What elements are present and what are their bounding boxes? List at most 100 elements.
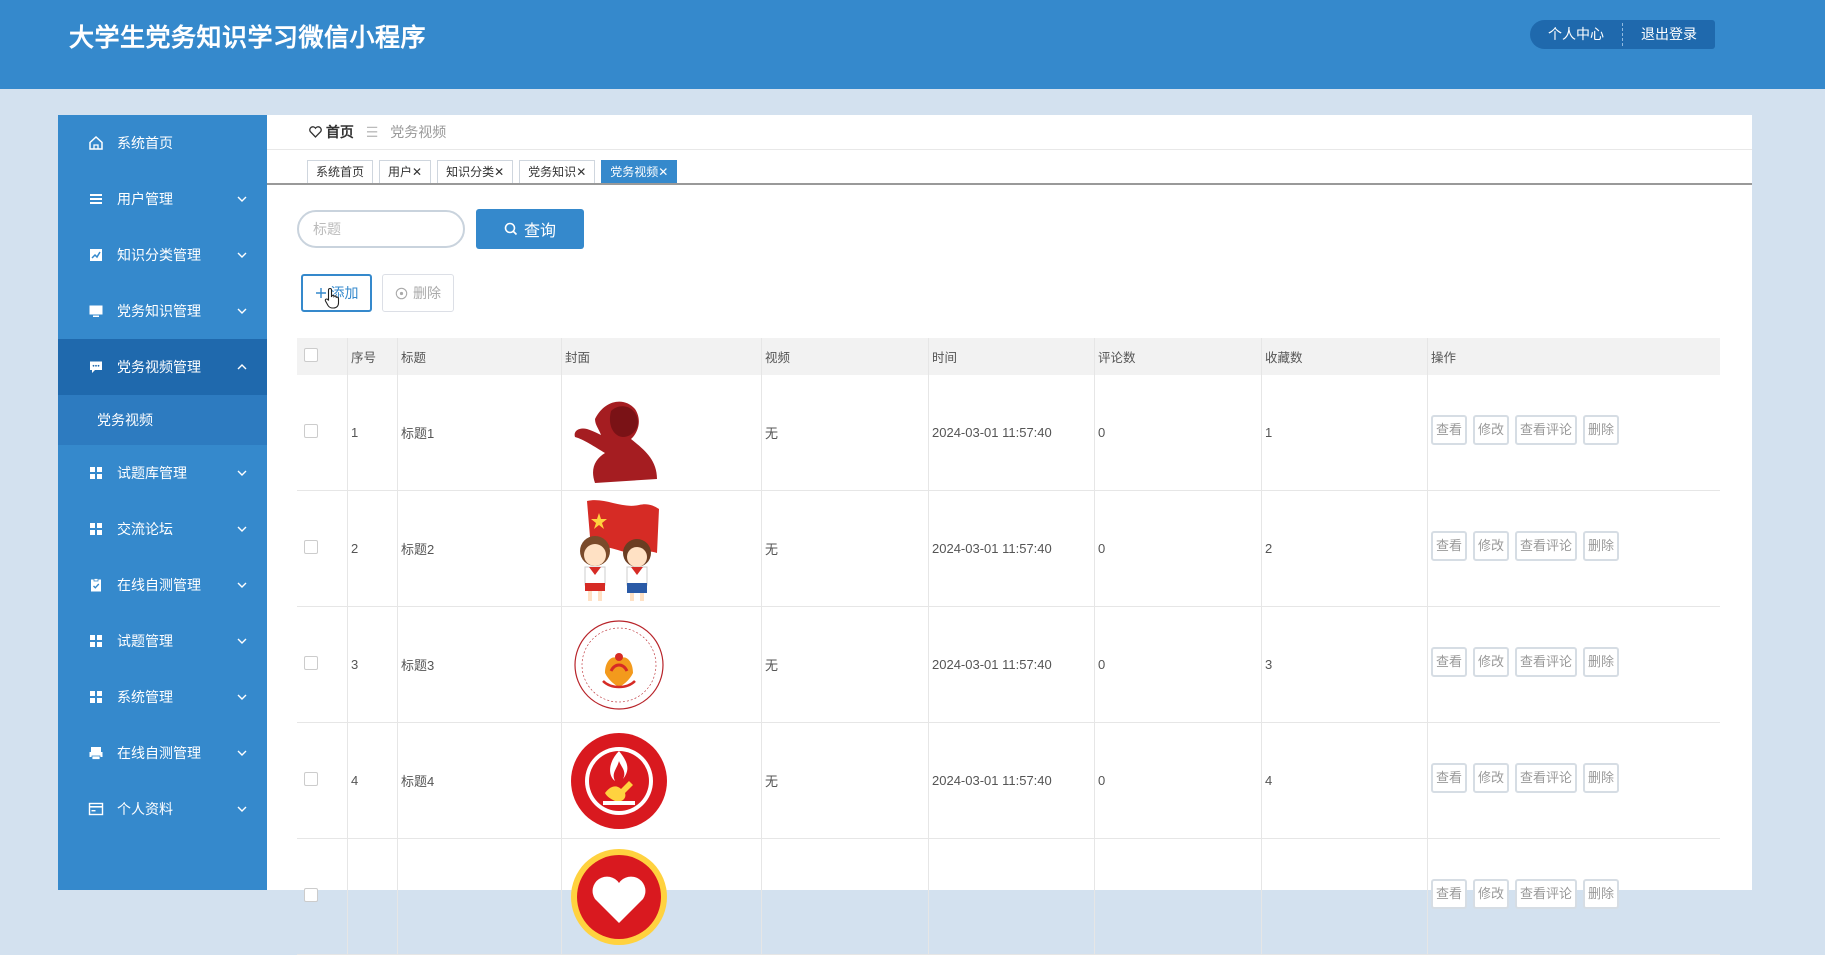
grid-icon [88,633,104,649]
sidebar-item-system[interactable]: 系统管理 [58,669,267,725]
clipboard-icon [88,577,104,593]
tab-party-video[interactable]: 党务视频✕ [601,160,678,184]
column-header: 序号 [347,338,398,375]
sidebar-subitem-party-video[interactable]: 党务视频 [58,395,267,445]
cell-title: 标题4 [397,722,562,839]
sidebar-item-online-test[interactable]: 在线自测管理 [58,557,267,613]
row-delete-button[interactable]: 删除 [1583,646,1620,677]
edit-button[interactable]: 修改 [1473,878,1510,909]
view-comments-button[interactable]: 查看评论 [1515,530,1578,561]
edit-button[interactable]: 修改 [1473,762,1510,793]
select-all-checkbox[interactable] [304,348,318,362]
row-select [297,606,348,723]
edit-button[interactable]: 修改 [1473,530,1510,561]
card-icon [88,801,104,817]
tab-bar: 系统首页 用户✕ 知识分类✕ 党务知识✕ 党务视频✕ [307,160,678,184]
cell-video: 无 [761,490,929,607]
tab-users[interactable]: 用户✕ [379,160,432,184]
sidebar-item-label: 在线自测管理 [117,577,201,593]
app-title: 大学生党务知识学习微信小程序 [69,24,427,52]
view-button[interactable]: 查看 [1431,762,1468,793]
query-button[interactable]: 查询 [476,209,584,249]
cell-cover [561,606,762,723]
view-button[interactable]: 查看 [1431,530,1468,561]
table-row: 查看 修改 查看评论 删除 [297,838,1720,955]
view-comments-button[interactable]: 查看评论 [1515,646,1578,677]
sidebar-item-question-bank[interactable]: 试题库管理 [58,445,267,501]
sidebar-item-profile[interactable]: 个人资料 [58,781,267,837]
row-delete-button[interactable]: 删除 [1583,762,1620,793]
edit-button[interactable]: 修改 [1473,414,1510,445]
cover-image-red-emblem[interactable] [565,727,673,835]
row-checkbox[interactable] [304,888,318,902]
title-search-input[interactable] [297,210,465,248]
sidebar-item-questions[interactable]: 试题管理 [58,613,267,669]
breadcrumb-home[interactable]: 首页 [326,124,354,140]
row-checkbox[interactable] [304,656,318,670]
tab-knowledge-category[interactable]: 知识分类✕ [437,160,514,184]
sidebar-item-online-test-2[interactable]: 在线自测管理 [58,725,267,781]
chevron-down-icon [237,308,247,314]
chevron-down-icon [237,582,247,588]
view-comments-button[interactable]: 查看评论 [1515,414,1578,445]
sidebar-item-forum[interactable]: 交流论坛 [58,501,267,557]
row-checkbox[interactable] [304,772,318,786]
close-icon[interactable]: ✕ [412,165,422,179]
row-delete-button[interactable]: 删除 [1583,414,1620,445]
view-comments-button[interactable]: 查看评论 [1515,762,1578,793]
cell-comments: 0 [1094,375,1262,491]
cell-index: 3 [347,606,398,723]
view-button[interactable]: 查看 [1431,878,1468,909]
row-delete-button[interactable]: 删除 [1583,878,1620,909]
sidebar-item-users[interactable]: 用户管理 [58,171,267,227]
top-header: 大学生党务知识学习微信小程序 个人中心 退出登录 [0,0,1825,89]
cell-title: 标题2 [397,490,562,607]
sidebar-item-party-video[interactable]: 党务视频管理 [58,339,267,395]
profile-button[interactable]: 个人中心 [1530,20,1622,49]
cover-image-volunteer-badge[interactable] [565,611,673,719]
sidebar-item-label: 党务知识管理 [117,303,201,319]
row-checkbox[interactable] [304,424,318,438]
tab-home[interactable]: 系统首页 [307,160,374,184]
chevron-down-icon [237,638,247,644]
grid-icon [88,465,104,481]
sidebar-item-home[interactable]: 系统首页 [58,115,267,171]
close-icon[interactable]: ✕ [494,165,504,179]
edit-button[interactable]: 修改 [1473,646,1510,677]
chevron-down-icon [237,806,247,812]
cell-time: 2024-03-01 11:57:40 [928,722,1095,839]
header-select-all[interactable] [297,338,348,375]
cover-image-children-flag[interactable] [565,495,673,603]
cell-index: 4 [347,722,398,839]
row-select [297,722,348,839]
view-button[interactable]: 查看 [1431,646,1468,677]
tab-party-knowledge[interactable]: 党务知识✕ [519,160,596,184]
sidebar-item-label: 系统管理 [117,689,173,705]
table-row: 4 标题4 无 2024-03-01 11:57:40 0 4 查看 修改 查看… [297,722,1720,839]
cell-cover [561,838,762,955]
close-icon[interactable]: ✕ [576,165,586,179]
row-delete-button[interactable]: 删除 [1583,530,1620,561]
tab-bar-underline [267,183,1752,185]
view-comments-button[interactable]: 查看评论 [1515,878,1578,909]
column-header: 视频 [761,338,929,375]
tab-label: 系统首页 [316,165,365,179]
sidebar-item-knowledge-category[interactable]: 知识分类管理 [58,227,267,283]
cover-image-heart-emblem[interactable] [565,843,673,951]
cover-image-salute[interactable] [565,379,673,487]
delete-button[interactable]: 删除 [382,274,454,312]
sidebar-item-label: 试题库管理 [117,465,187,481]
row-checkbox[interactable] [304,540,318,554]
chevron-down-icon [237,694,247,700]
view-button[interactable]: 查看 [1431,414,1468,445]
circle-minus-icon [395,287,408,299]
close-icon[interactable]: ✕ [658,165,668,179]
sidebar-item-label: 交流论坛 [117,521,173,537]
sidebar-item-party-knowledge[interactable]: 党务知识管理 [58,283,267,339]
chevron-down-icon [237,750,247,756]
cell-actions: 查看 修改 查看评论 删除 [1427,722,1720,839]
logout-button[interactable]: 退出登录 [1623,20,1715,49]
cell-favorites: 1 [1261,375,1428,491]
cell-time [928,838,1095,955]
cell-index [347,838,398,955]
